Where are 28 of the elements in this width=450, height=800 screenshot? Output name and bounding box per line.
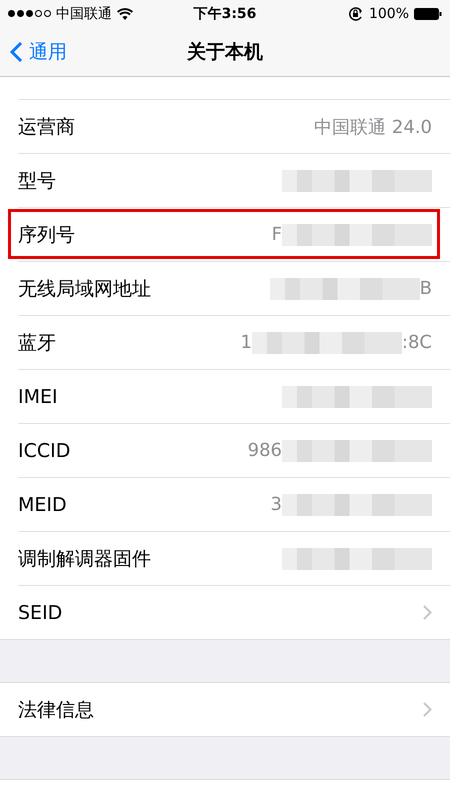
wifi-icon (117, 8, 133, 20)
row-label: 蓝牙 (18, 330, 56, 356)
row-value: B (420, 278, 432, 299)
back-button[interactable]: 通用 (0, 38, 73, 66)
row-value: :8C (402, 332, 432, 353)
carrier-name: 中国联通 (56, 4, 112, 22)
row-value: F (272, 224, 282, 245)
row-label: MEID (18, 494, 67, 516)
row-label: 序列号 (18, 222, 75, 248)
row-value: 986 (248, 440, 282, 461)
battery-percent: 100% (368, 6, 410, 22)
battery-icon (414, 8, 442, 20)
row-label: ICCID (18, 440, 70, 462)
row-value: 1 (240, 332, 252, 353)
rotation-lock-icon (348, 6, 364, 20)
row-label: 调制解调器固件 (18, 546, 151, 572)
status-time: 下午3:56 (194, 4, 256, 22)
chevron-icon (10, 40, 23, 62)
row-label: 法律信息 (18, 698, 94, 722)
row-label: IMEI (18, 386, 58, 408)
row-label: SEID (18, 602, 62, 624)
row-label: 型号 (18, 168, 56, 194)
nav-title: 关于本机 (187, 40, 263, 64)
row-label: 无线局域网地址 (18, 276, 151, 302)
row-value: 3 (270, 494, 282, 515)
row-label: 运营商 (18, 114, 75, 140)
signal-icon (8, 10, 51, 17)
row-value: 中国联通 24.0 (314, 116, 432, 138)
